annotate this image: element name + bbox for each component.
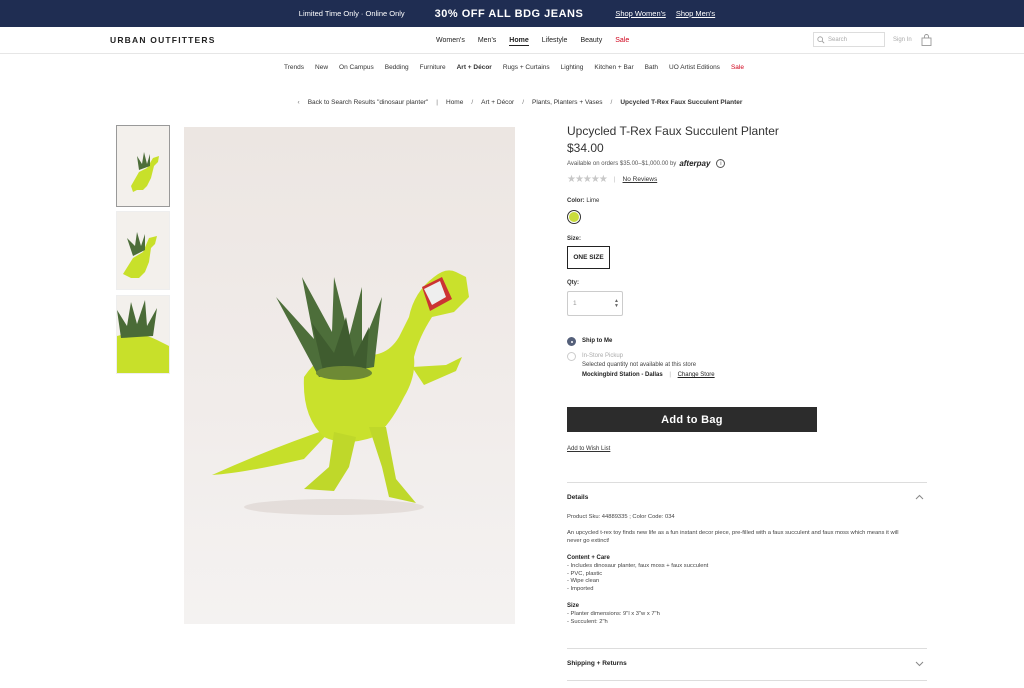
t-rex-planter-image bbox=[212, 270, 469, 515]
size-heading: Size bbox=[567, 603, 580, 609]
product-description: An upcycled t-rex toy finds new life as … bbox=[567, 530, 899, 544]
subnav-art-decor[interactable]: Art + Décor bbox=[457, 64, 492, 71]
subnav-rugs-curtains[interactable]: Rugs + Curtains bbox=[503, 64, 550, 71]
subnav-kitchen-bar[interactable]: Kitchen + Bar bbox=[594, 64, 633, 71]
nav-home[interactable]: Home bbox=[509, 37, 529, 46]
thumbnail-1[interactable] bbox=[116, 125, 170, 207]
color-label-text: Color: bbox=[567, 198, 585, 204]
qty-label-text: Qty: bbox=[567, 280, 579, 286]
subnav-sale[interactable]: Sale bbox=[731, 64, 744, 71]
quantity-stepper[interactable]: 1 ▲ ▼ bbox=[567, 291, 623, 316]
afterpay-logo: afterpay bbox=[679, 159, 711, 168]
promo-banner: Limited Time Only · Online Only 30% OFF … bbox=[0, 0, 1024, 27]
shipping-returns-accordion-header[interactable]: Shipping + Returns bbox=[567, 660, 627, 667]
breadcrumb-home[interactable]: Home bbox=[446, 99, 463, 106]
site-logo[interactable]: URBAN OUTFITTERS bbox=[110, 35, 216, 45]
size-item: - Planter dimensions: 9"l x 3"w x 7"h bbox=[567, 610, 660, 617]
nav-womens[interactable]: Women's bbox=[436, 37, 465, 46]
chevron-left-icon: ‹ bbox=[297, 99, 300, 106]
nav-sale[interactable]: Sale bbox=[615, 37, 629, 46]
info-icon[interactable]: i bbox=[716, 159, 726, 168]
subnav-bedding[interactable]: Bedding bbox=[385, 64, 409, 71]
stepper-arrows-icon[interactable]: ▲ ▼ bbox=[614, 299, 619, 309]
color-value: Lime bbox=[586, 198, 600, 204]
in-store-pickup-label[interactable]: In-Store Pickup bbox=[582, 353, 623, 359]
in-store-pickup-radio[interactable] bbox=[567, 352, 576, 361]
shop-womens-link[interactable]: Shop Women's bbox=[615, 9, 666, 18]
size-label: Size: bbox=[567, 236, 581, 242]
nav-mens[interactable]: Men's bbox=[478, 37, 496, 46]
care-item: - Imported bbox=[567, 586, 594, 593]
thumbnail-3[interactable] bbox=[116, 295, 170, 374]
add-to-bag-button[interactable]: Add to Bag bbox=[567, 407, 817, 432]
product-main-image[interactable] bbox=[184, 127, 515, 624]
ship-to-me-radio[interactable] bbox=[567, 337, 576, 346]
size-label-text: Size: bbox=[567, 236, 582, 242]
breadcrumb-planters[interactable]: Plants, Planters + Vases bbox=[532, 99, 603, 106]
subnav-furniture[interactable]: Furniture bbox=[420, 64, 446, 71]
color-label: Color: Lime bbox=[567, 198, 599, 204]
nav-beauty[interactable]: Beauty bbox=[580, 37, 602, 46]
sign-in-link[interactable]: Sign In bbox=[893, 37, 912, 43]
subnav-trends[interactable]: Trends bbox=[284, 64, 304, 71]
search-placeholder: Search bbox=[828, 36, 848, 43]
promo-small-text: Limited Time Only · Online Only bbox=[298, 9, 405, 18]
breadcrumb: ‹ Back to Search Results "dinosaur plant… bbox=[297, 99, 743, 106]
pickup-note: Selected quantity not available at this … bbox=[582, 362, 697, 368]
dinosaur-thumbnail-image bbox=[131, 152, 159, 192]
store-name: Mockingbird Station - Dallas bbox=[582, 372, 663, 378]
site-header: URBAN OUTFITTERS Women's Men's Home Life… bbox=[0, 27, 1024, 54]
care-item: - Wipe clean bbox=[567, 578, 600, 585]
nav-lifestyle[interactable]: Lifestyle bbox=[542, 37, 568, 46]
subnav-on-campus[interactable]: On Campus bbox=[339, 64, 374, 71]
search-icon bbox=[817, 35, 825, 43]
shopping-bag-icon[interactable] bbox=[921, 34, 932, 46]
change-store-link[interactable]: Change Store bbox=[678, 372, 715, 378]
divider bbox=[567, 648, 927, 649]
chevron-up-icon[interactable] bbox=[915, 494, 924, 500]
dinosaur-thumbnail-image bbox=[117, 300, 169, 373]
content-care-heading: Content + Care bbox=[567, 555, 610, 561]
quantity-value: 1 bbox=[573, 300, 577, 307]
divider bbox=[567, 482, 927, 483]
care-item: - Includes dinosaur planter, faux moss +… bbox=[567, 562, 709, 569]
product-title: Upcycled T-Rex Faux Succulent Planter bbox=[567, 124, 779, 138]
subnav-bath[interactable]: Bath bbox=[645, 64, 658, 71]
category-nav: Trends New On Campus Bedding Furniture A… bbox=[0, 64, 1024, 71]
add-to-wish-list-link[interactable]: Add to Wish List bbox=[567, 446, 610, 452]
ship-to-me-label[interactable]: Ship to Me bbox=[582, 338, 612, 344]
chevron-down-icon[interactable] bbox=[915, 661, 924, 667]
size-option-one-size[interactable]: ONE SIZE bbox=[567, 246, 610, 269]
color-swatch-lime[interactable] bbox=[567, 210, 581, 224]
thumbnail-2[interactable] bbox=[116, 211, 170, 290]
size-section: Size - Planter dimensions: 9"l x 3"w x 7… bbox=[567, 603, 907, 626]
details-accordion-header[interactable]: Details bbox=[567, 494, 588, 501]
product-sku: Product Sku: 44889335 ; Color Code: 034 bbox=[567, 514, 675, 520]
star-rating-icon: ★★★★★ bbox=[567, 174, 608, 185]
back-to-search-link[interactable]: Back to Search Results "dinosaur planter… bbox=[308, 99, 429, 106]
breadcrumb-current: Upcycled T-Rex Faux Succulent Planter bbox=[620, 99, 743, 106]
subnav-uo-artist-editions[interactable]: UO Artist Editions bbox=[669, 64, 720, 71]
subnav-lighting[interactable]: Lighting bbox=[561, 64, 584, 71]
main-nav: Women's Men's Home Lifestyle Beauty Sale bbox=[436, 37, 629, 46]
store-line: Mockingbird Station - Dallas | Change St… bbox=[582, 372, 715, 378]
size-item: - Succulent: 2"h bbox=[567, 618, 608, 625]
shop-mens-link[interactable]: Shop Men's bbox=[676, 9, 715, 18]
divider bbox=[567, 680, 927, 681]
subnav-new[interactable]: New bbox=[315, 64, 328, 71]
promo-headline: 30% OFF ALL BDG JEANS bbox=[434, 7, 584, 20]
afterpay-info: Available on orders $35.00–$1,000.00 by … bbox=[567, 159, 726, 168]
product-rating: ★★★★★ | No Reviews bbox=[567, 174, 658, 185]
reviews-link[interactable]: No Reviews bbox=[623, 176, 658, 183]
afterpay-text: Available on orders $35.00–$1,000.00 by bbox=[567, 160, 677, 167]
qty-label: Qty: bbox=[567, 280, 579, 286]
care-item: - PVC, plastic bbox=[567, 570, 603, 577]
breadcrumb-art-decor[interactable]: Art + Décor bbox=[481, 99, 514, 106]
dinosaur-thumbnail-image bbox=[123, 232, 157, 278]
product-price: $34.00 bbox=[567, 141, 604, 155]
content-care-section: Content + Care - Includes dinosaur plant… bbox=[567, 555, 907, 594]
search-input[interactable]: Search bbox=[813, 32, 885, 47]
